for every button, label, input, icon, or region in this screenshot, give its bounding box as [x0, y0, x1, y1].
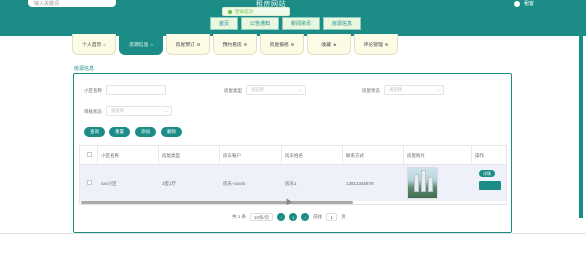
- tab-personal-home[interactable]: 个人首页 ⌂: [72, 34, 116, 55]
- building-shape: [428, 177, 433, 192]
- review-label: 审核状态: [84, 109, 102, 114]
- search-input[interactable]: 输入关键词: [28, 0, 116, 7]
- header-house-type[interactable]: 房屋类型: [162, 153, 180, 159]
- home-icon: ⌂: [150, 41, 153, 47]
- pagination: 共 1 条 10条/页 ‹ 1 › 前往 1 页: [232, 213, 346, 221]
- nav-notice[interactable]: 公告通知: [241, 17, 280, 30]
- building-shape: [414, 174, 419, 192]
- horizontal-scrollbar[interactable]: [81, 201, 353, 204]
- header-landlord-name[interactable]: 房东姓名: [285, 153, 303, 159]
- gear-icon: ⚙: [243, 41, 248, 47]
- star-icon: ★: [333, 41, 337, 47]
- column-divider: [97, 146, 98, 165]
- gear-icon: ⚙: [290, 41, 295, 47]
- row-action-button[interactable]: [479, 181, 501, 190]
- pagination-total: 共 1 条: [232, 214, 247, 219]
- building-shape: [421, 170, 426, 192]
- cell-community: xxx小区: [101, 181, 117, 186]
- gear-icon: ⚙: [196, 41, 201, 47]
- page-number-current[interactable]: 1: [289, 213, 298, 221]
- user-menu[interactable]: 租客: [513, 0, 534, 7]
- goto-label: 前往: [313, 214, 323, 219]
- add-button[interactable]: 添加: [135, 127, 156, 137]
- cell-contact: 13812345678: [346, 181, 374, 186]
- tab-viewing[interactable]: 预约看房 ⚙: [213, 34, 257, 55]
- top-nav: 首页 公告通知 新闻资讯 房源信息: [210, 17, 362, 30]
- house-status-placeholder: 请选择: [389, 87, 402, 92]
- cell-landlord-account: 房东-xxxx6: [223, 181, 246, 186]
- delete-button[interactable]: 删除: [161, 127, 182, 137]
- house-status-label: 房屋状态: [362, 88, 380, 93]
- column-divider: [403, 146, 404, 165]
- tab-house-booking[interactable]: 房屋预订 ⚙: [166, 34, 210, 55]
- goto-page-input[interactable]: 1: [326, 213, 338, 221]
- content-panel: 小区名称 房屋类型 请选择 ⌄ 房屋状态 请选择 ⌄ 审核状态 请选择 ⌄ 查询…: [73, 73, 512, 233]
- reset-button[interactable]: 重置: [109, 127, 130, 137]
- chevron-down-icon: ⌄: [298, 87, 302, 92]
- column-divider: [471, 146, 472, 165]
- gear-icon: ⚙: [384, 41, 389, 47]
- header-photo[interactable]: 房屋照片: [407, 153, 425, 159]
- page-size-select[interactable]: 10条/页: [250, 213, 274, 221]
- section-title: 房源信息: [74, 66, 95, 72]
- page: 输入关键词 租房网站 租客 登录成功 首页 公告通知 新闻资讯 房源信息 个人首…: [0, 0, 586, 280]
- column-divider: [342, 146, 343, 165]
- table-row[interactable]: xxx小区 3室1厅 房东-xxxx6 房东1 13812345678: [80, 165, 506, 201]
- tab-house-info[interactable]: 房源信息 ⌂: [119, 34, 163, 55]
- center-tabs: 个人首页 ⌂ 房源信息 ⌂ 房屋预订 ⚙ 预约看房 ⚙ 房屋报修 ⚙ 收藏 ★ 评论管理 ⚙: [72, 34, 398, 55]
- house-type-label: 房屋类型: [224, 88, 242, 93]
- user-name[interactable]: 租客: [524, 0, 534, 7]
- nav-news[interactable]: 新闻资讯: [282, 17, 321, 30]
- review-placeholder: 请选择: [111, 108, 124, 113]
- query-button[interactable]: 查询: [84, 127, 105, 137]
- row-checkbox[interactable]: [87, 180, 92, 185]
- next-page-button[interactable]: ›: [301, 213, 310, 221]
- detail-button[interactable]: 详情: [479, 170, 495, 177]
- tab-favorites[interactable]: 收藏 ★: [307, 34, 351, 55]
- data-table: 小区名称 房屋类型 房东账户 房东姓名 联系方式 房屋照片 操作 xxx小区 3…: [79, 145, 507, 205]
- house-photo[interactable]: [407, 167, 438, 199]
- vertical-scrollbar[interactable]: [579, 30, 583, 218]
- chevron-down-icon: ⌄: [164, 108, 168, 113]
- column-divider: [158, 146, 159, 165]
- nav-home[interactable]: 首页: [210, 17, 239, 30]
- tab-label: 房源信息: [129, 42, 149, 48]
- nav-house-info[interactable]: 房源信息: [323, 17, 362, 30]
- header-actions: 操作: [475, 153, 484, 158]
- tab-label: 房屋报修: [269, 42, 289, 48]
- page-suffix: 页: [341, 214, 346, 219]
- review-select[interactable]: 请选择 ⌄: [106, 106, 172, 116]
- success-toast: 登录成功: [222, 7, 290, 16]
- toast-text: 登录成功: [235, 8, 253, 14]
- home-icon: ⌂: [103, 41, 106, 47]
- select-all-checkbox[interactable]: [87, 152, 92, 157]
- cell-house-type: 3室1厅: [162, 181, 177, 186]
- table-header: 小区名称 房屋类型 房东账户 房东姓名 联系方式 房屋照片 操作: [80, 146, 506, 165]
- house-status-select[interactable]: 请选择 ⌄: [384, 85, 444, 95]
- success-icon: [228, 9, 232, 14]
- tab-repair[interactable]: 房屋报修 ⚙: [260, 34, 304, 55]
- tab-label: 预约看房: [222, 42, 242, 48]
- tab-label: 个人首页: [82, 42, 102, 48]
- cell-landlord-name: 房东1: [285, 181, 297, 186]
- column-divider: [219, 146, 220, 165]
- house-type-select[interactable]: 请选择 ⌄: [246, 85, 306, 95]
- community-label: 小区名称: [84, 88, 102, 93]
- divider: [0, 233, 586, 234]
- prev-page-button[interactable]: ‹: [277, 213, 286, 221]
- header-contact[interactable]: 联系方式: [346, 153, 364, 159]
- tab-label: 房屋预订: [175, 42, 195, 48]
- header-landlord-account[interactable]: 房东账户: [223, 153, 241, 159]
- house-type-placeholder: 请选择: [251, 87, 264, 92]
- column-divider: [281, 146, 282, 165]
- tab-label: 评论管理: [363, 42, 383, 48]
- community-input[interactable]: [106, 85, 166, 95]
- tab-label: 收藏: [321, 42, 331, 48]
- header-community[interactable]: 小区名称: [101, 153, 119, 159]
- chevron-down-icon: ⌄: [436, 87, 440, 92]
- tab-comments[interactable]: 评论管理 ⚙: [354, 34, 398, 55]
- avatar[interactable]: [513, 0, 520, 7]
